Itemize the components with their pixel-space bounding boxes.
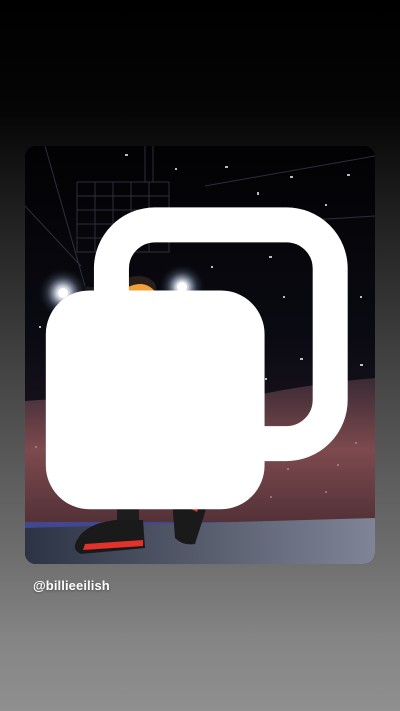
mention-username[interactable]: @billieeilish: [33, 578, 110, 593]
multiple-photos-icon: [45, 207, 348, 510]
shared-post-card[interactable]: [25, 146, 375, 564]
